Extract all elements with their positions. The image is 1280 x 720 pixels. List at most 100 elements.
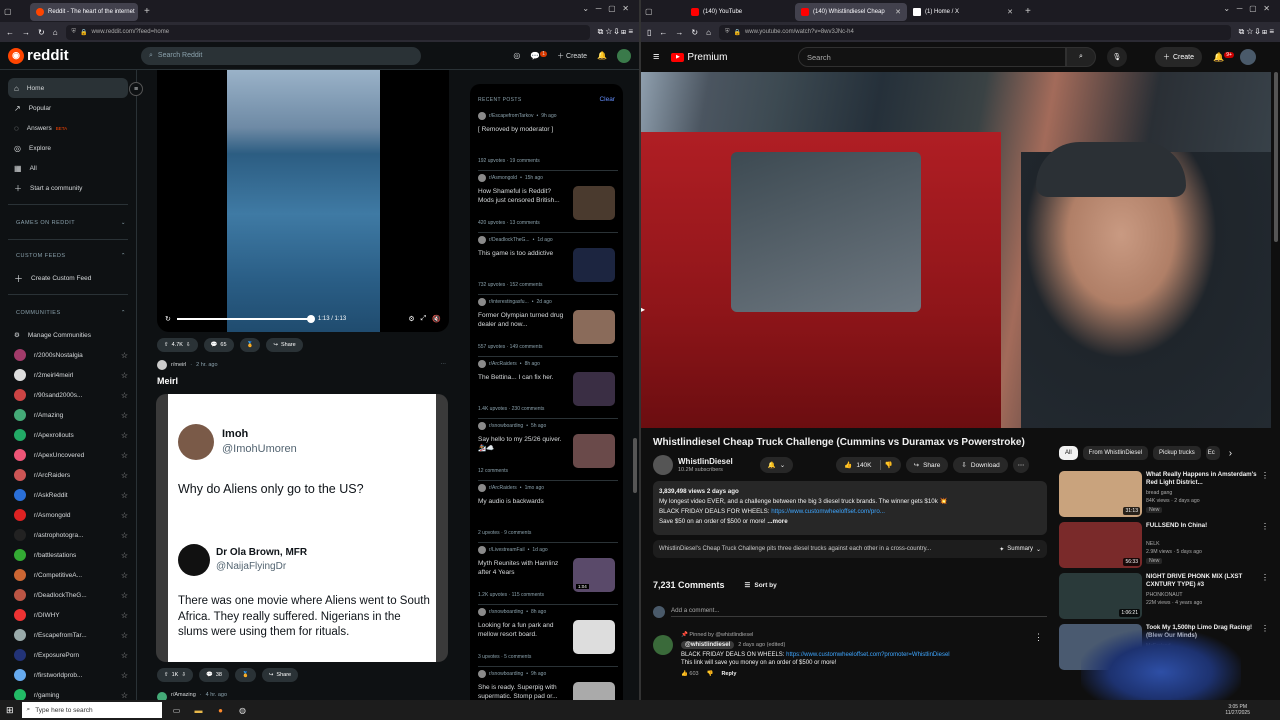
close-tab-icon[interactable]: ✕ bbox=[895, 8, 901, 16]
comment-link[interactable]: https://www.customwheeloffset.com?promot… bbox=[786, 652, 949, 658]
bell-icon[interactable]: 🔔 bbox=[597, 51, 607, 60]
sidebar-item-answers[interactable]: ◌ Answers BETA bbox=[8, 118, 128, 138]
favorite-star-icon[interactable]: ☆ bbox=[121, 651, 128, 660]
create-button[interactable]: ＋ Create bbox=[557, 51, 587, 61]
communities-header[interactable]: COMMUNITIES ⌃ bbox=[8, 301, 128, 325]
advertise-icon[interactable]: ◎ bbox=[513, 51, 520, 60]
subreddit-avatar[interactable] bbox=[157, 360, 167, 370]
reload-icon[interactable]: ↻ bbox=[691, 28, 698, 37]
community-item[interactable]: r/battlestations ☆ bbox=[8, 545, 128, 565]
more-options-icon[interactable]: ⋮ bbox=[1261, 522, 1269, 531]
create-button[interactable]: ＋ Create bbox=[1155, 47, 1203, 67]
chevron-right-icon[interactable]: › bbox=[1229, 448, 1232, 459]
comment-like-button[interactable]: 👍 603 bbox=[681, 671, 699, 677]
windows-start-icon[interactable]: ⊞ bbox=[6, 705, 14, 716]
chip-pickup-trucks[interactable]: Pickup trucks bbox=[1153, 446, 1201, 460]
manage-communities[interactable]: ⚙ Manage Communities bbox=[8, 325, 128, 345]
reload-icon[interactable]: ↻ bbox=[38, 28, 45, 37]
community-item[interactable]: r/CompetitiveA... ☆ bbox=[8, 565, 128, 585]
more-actions-button[interactable]: ⋯ bbox=[1012, 457, 1030, 473]
video-player[interactable]: ↻ 1:13 / 1:13 ⚙ ⤢ 🔇 bbox=[157, 70, 449, 332]
home-icon[interactable]: ⌂ bbox=[706, 28, 711, 37]
community-item[interactable]: r/gaming ☆ bbox=[8, 685, 128, 700]
avatar[interactable] bbox=[1240, 49, 1256, 65]
collapse-sidebar-icon[interactable]: ≡ bbox=[129, 82, 143, 96]
sort-button[interactable]: ☰ Sort by bbox=[745, 581, 777, 590]
favorite-star-icon[interactable]: ☆ bbox=[121, 371, 128, 380]
add-comment-input[interactable]: Add a comment... bbox=[671, 607, 1047, 617]
recommended-video[interactable]: 31:13 What Really Happens in Amsterdam's … bbox=[1059, 471, 1269, 517]
tab-reddit[interactable]: Reddit - The heart of the internet ✕ bbox=[30, 3, 138, 21]
home-icon[interactable]: ⌂ bbox=[53, 28, 58, 37]
favorite-star-icon[interactable]: ☆ bbox=[121, 631, 128, 640]
bell-icon[interactable]: 🔔 9+ bbox=[1213, 51, 1234, 63]
extensions-icon[interactable]: ⧉ ☆ ⇩ ⊞ ≡ bbox=[1239, 27, 1274, 37]
favorite-star-icon[interactable]: ☆ bbox=[121, 531, 128, 540]
chip-ec[interactable]: Ec bbox=[1205, 446, 1220, 460]
avatar[interactable] bbox=[617, 48, 631, 63]
more-options-icon[interactable]: ⋮ bbox=[1034, 632, 1043, 643]
taskbar-search-input[interactable]: ⌕ Type here to search bbox=[21, 702, 162, 718]
community-item[interactable]: r/firstworldprob... ☆ bbox=[8, 665, 128, 685]
recent-post[interactable]: r/ArcRaiders • 1mo ago My audio is backward… bbox=[478, 484, 618, 543]
mic-icon[interactable]: 🎙 bbox=[1107, 47, 1127, 67]
share-button[interactable]: ↪ Share bbox=[266, 338, 303, 352]
page-scrollbar[interactable] bbox=[633, 438, 637, 493]
vote-button[interactable]: ⇧ 1K ⇩ bbox=[157, 668, 193, 682]
favorite-star-icon[interactable]: ☆ bbox=[121, 411, 128, 420]
tab-youtube-home[interactable]: (140) YouTube bbox=[685, 3, 795, 21]
community-item[interactable]: r/ApexUncovered ☆ bbox=[8, 445, 128, 465]
award-button[interactable]: 🏅 bbox=[239, 338, 261, 352]
tab-list-icon[interactable]: ▢ bbox=[4, 7, 30, 16]
description-box[interactable]: 3,839,498 views 2 days ago My longest vi… bbox=[653, 481, 1047, 535]
forward-icon[interactable]: → bbox=[22, 28, 30, 37]
extensions-icon[interactable]: ⧉ ☆ ⇩ ⊞ ≡ bbox=[598, 27, 633, 37]
more-options-icon[interactable]: ⋮ bbox=[1261, 624, 1269, 633]
recent-post[interactable]: r/DeadlockTheG... • 1d ago This game is too… bbox=[478, 236, 618, 295]
favorite-star-icon[interactable]: ☆ bbox=[121, 451, 128, 460]
subscribed-button[interactable]: 🔔 ⌄ bbox=[759, 457, 794, 473]
favorite-star-icon[interactable]: ☆ bbox=[121, 671, 128, 680]
more-options-icon[interactable]: ⋮ bbox=[1261, 471, 1269, 480]
chip-all[interactable]: All bbox=[1059, 446, 1078, 460]
favorite-star-icon[interactable]: ☆ bbox=[121, 571, 128, 580]
right-window-controls[interactable]: ⌄ ─ ▢ ✕ bbox=[1223, 4, 1270, 13]
recent-post[interactable]: r/interestingasfu... • 2d ago Former Olympi… bbox=[478, 298, 618, 357]
community-item[interactable]: r/Asmongold ☆ bbox=[8, 505, 128, 525]
award-button[interactable]: 🏅 bbox=[234, 668, 256, 682]
show-more-button[interactable]: ...more bbox=[767, 518, 787, 525]
url-bar[interactable]: ⛨ 🔒 www.reddit.com/?feed=home bbox=[65, 24, 590, 40]
share-button[interactable]: ↪ Share bbox=[261, 668, 299, 682]
share-button[interactable]: ↪ Share bbox=[905, 457, 949, 473]
community-item[interactable]: r/ArcRaiders ☆ bbox=[8, 465, 128, 485]
favorite-star-icon[interactable]: ☆ bbox=[121, 551, 128, 560]
favorite-star-icon[interactable]: ☆ bbox=[121, 511, 128, 520]
commenter-avatar[interactable] bbox=[653, 635, 673, 655]
sidebar-item-popular[interactable]: ↗ Popular bbox=[8, 98, 128, 118]
comment-author[interactable]: @whistlindiesel bbox=[681, 641, 735, 649]
tab-youtube-video[interactable]: (140) Whistlindiesel Cheap ✕ bbox=[795, 3, 907, 21]
community-item[interactable]: r/DeadlockTheG... ☆ bbox=[8, 585, 128, 605]
post-subreddit[interactable]: r/meirl bbox=[171, 362, 186, 368]
channel-avatar[interactable] bbox=[653, 455, 673, 475]
ai-summary-bar[interactable]: WhistlinDiesel's Cheap Truck Challenge p… bbox=[653, 540, 1047, 558]
sidebar-item-explore[interactable]: ◎ Explore bbox=[8, 138, 128, 158]
task-view-icon[interactable]: ▭ bbox=[170, 703, 184, 717]
menu-icon[interactable]: ≡ bbox=[653, 51, 659, 63]
settings-icon[interactable]: ⚙ bbox=[408, 315, 414, 323]
firefox-icon[interactable]: ● bbox=[214, 703, 228, 717]
custom-feeds-header[interactable]: CUSTOM FEEDS ⌃ bbox=[8, 244, 128, 268]
youtube-logo[interactable]: ▶ Premium bbox=[671, 52, 727, 63]
community-item[interactable]: r/astrophotogra... ☆ bbox=[8, 525, 128, 545]
description-link[interactable]: https://www.customwheeloffset.com/pro... bbox=[771, 508, 885, 515]
recent-post[interactable]: r/Asmongold • 15h ago How Shameful is Reddi… bbox=[478, 174, 618, 233]
sidebar-item-all[interactable]: ▦ All bbox=[8, 158, 128, 178]
recent-post[interactable]: r/snowboarding • 5h ago Say hello to my 25/… bbox=[478, 422, 618, 481]
more-options-icon[interactable]: ⋯ bbox=[441, 362, 447, 368]
recommended-video[interactable]: 1:06:21 NIGHT DRIVE PHONK MIX (LXST CXNTU… bbox=[1059, 573, 1269, 619]
close-tab-icon[interactable]: ✕ bbox=[1007, 8, 1013, 16]
download-button[interactable]: ⇩ Download bbox=[953, 457, 1008, 473]
new-tab-icon[interactable]: + bbox=[1025, 6, 1031, 17]
tab-list-icon[interactable]: ▢ bbox=[645, 7, 685, 16]
app-icon[interactable]: ◍ bbox=[236, 703, 250, 717]
